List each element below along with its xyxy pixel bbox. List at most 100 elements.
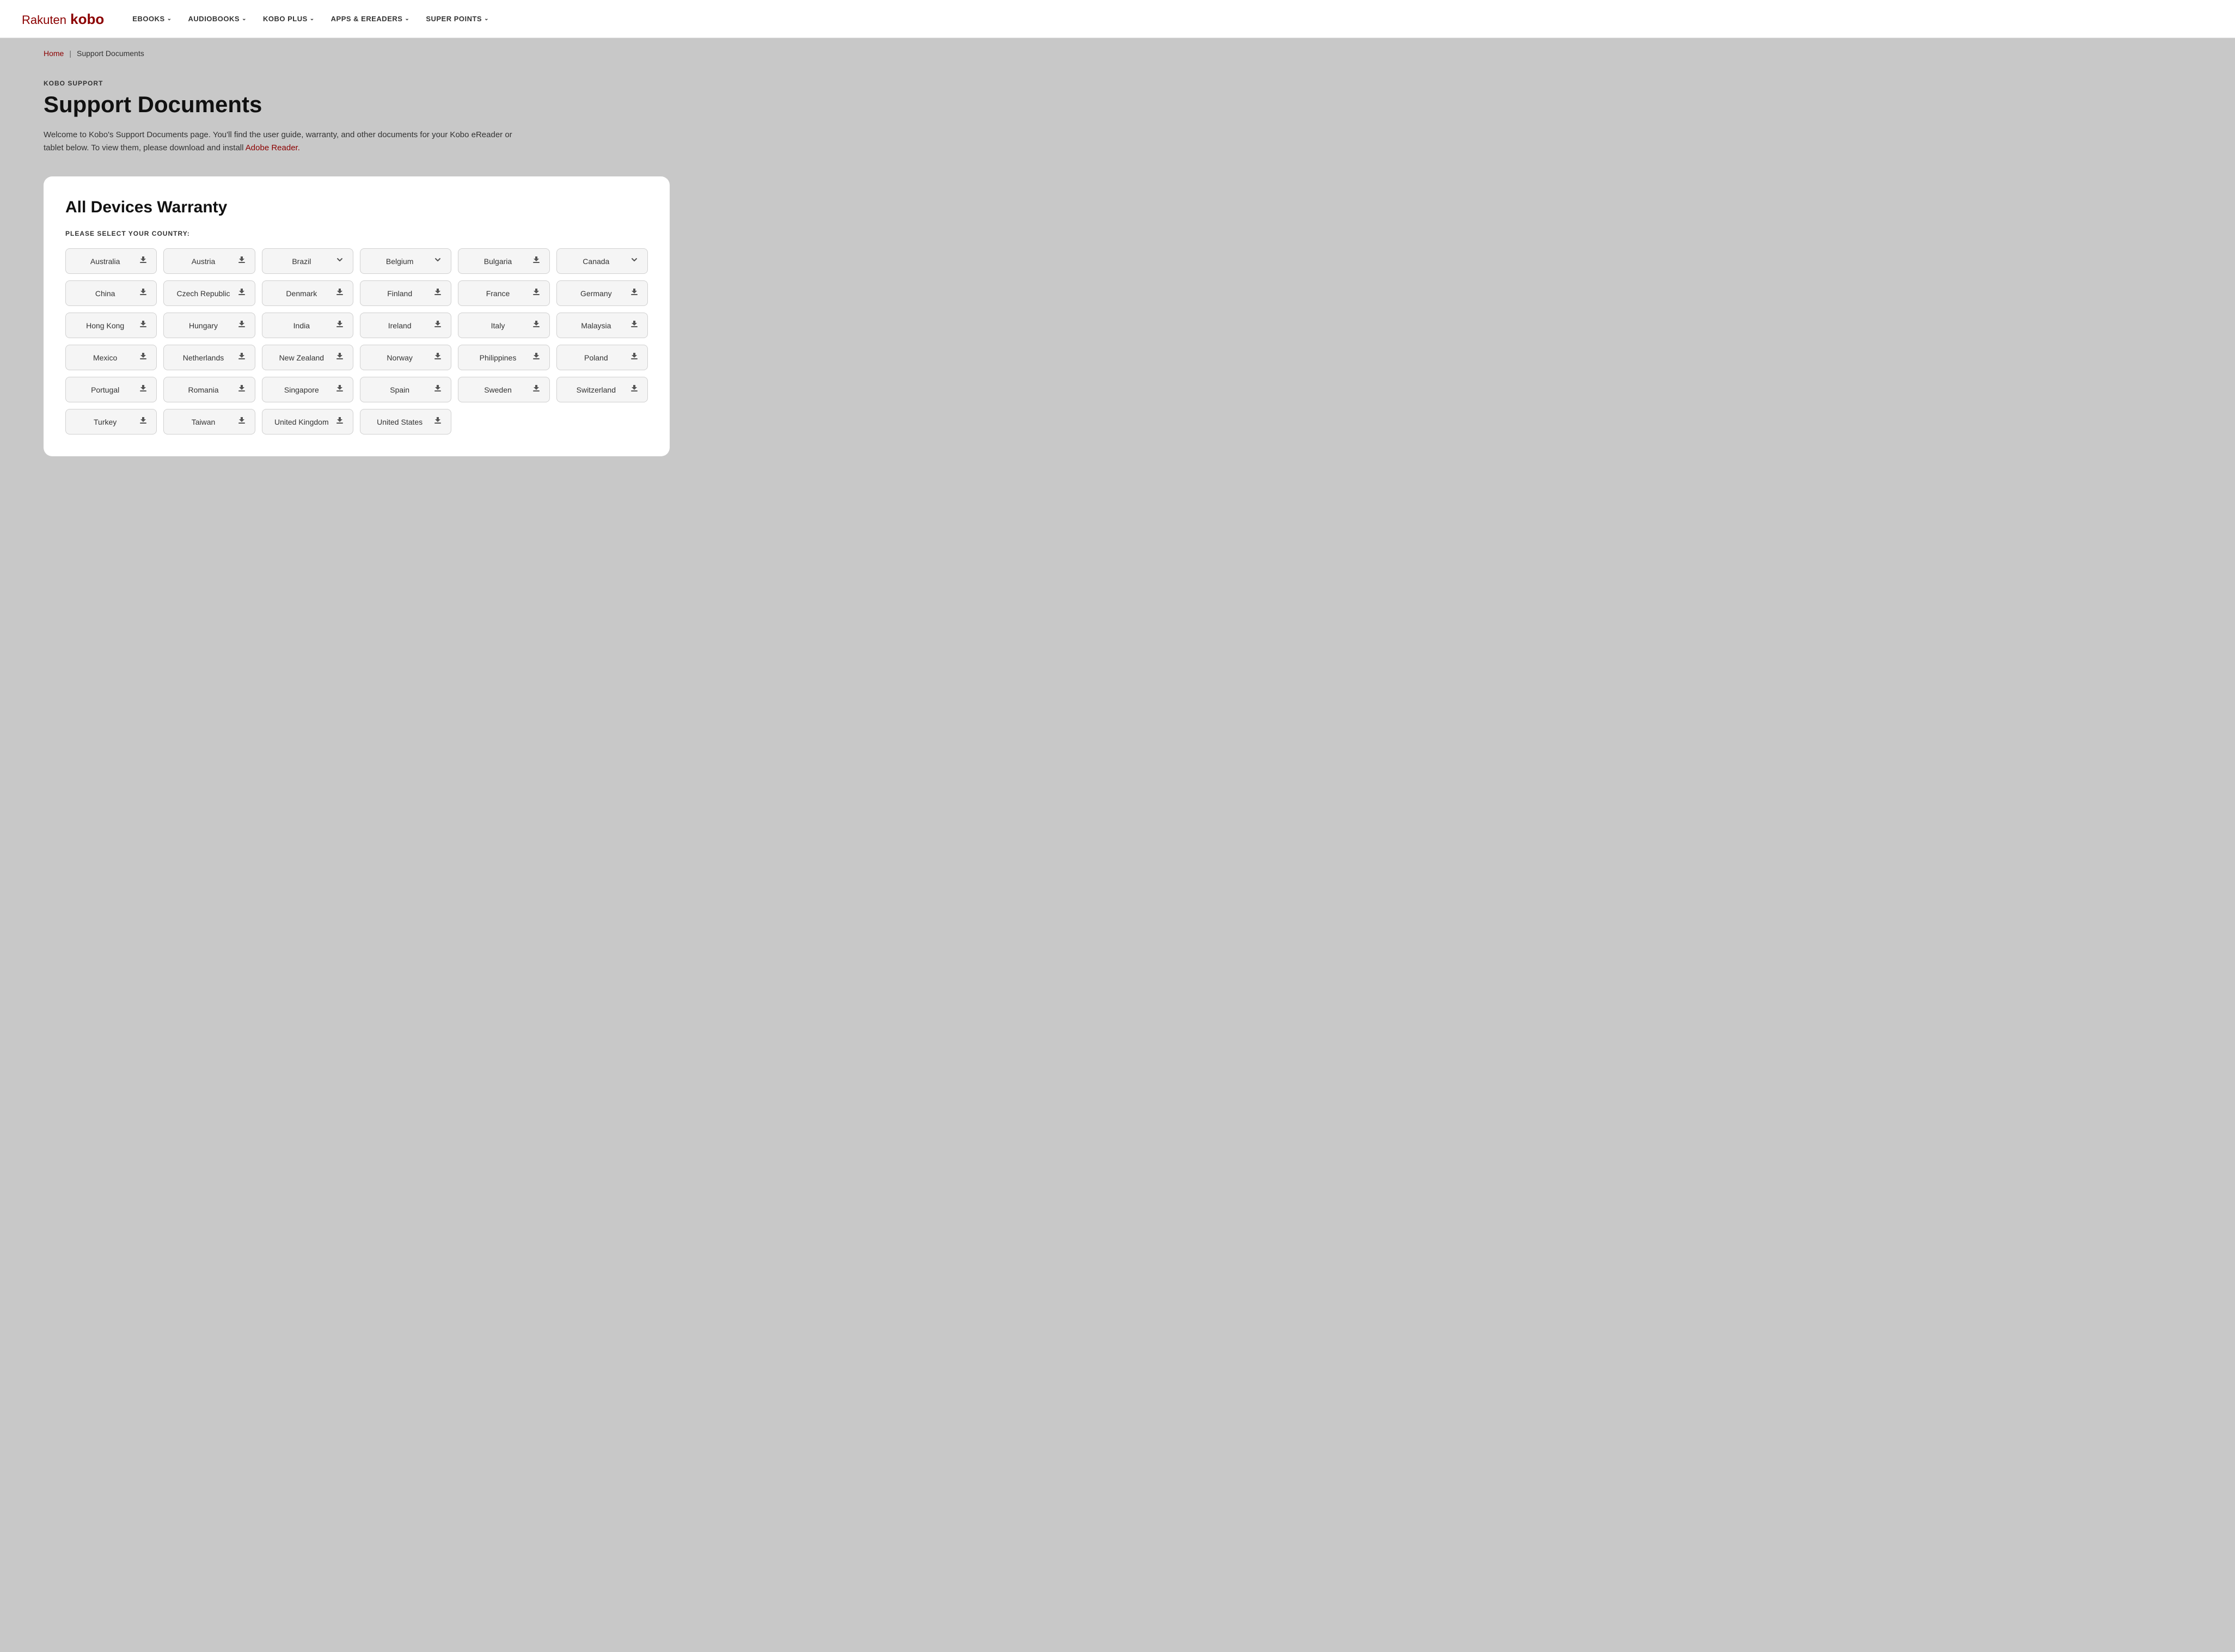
- country-button-denmark[interactable]: Denmark: [262, 280, 353, 306]
- country-button-new-zealand[interactable]: New Zealand: [262, 345, 353, 370]
- download-icon: [139, 255, 148, 267]
- country-name: Sweden: [467, 386, 528, 394]
- country-name: Bulgaria: [467, 257, 528, 266]
- nav-koboplus-arrow: ⌄: [310, 16, 315, 22]
- country-name: Canada: [566, 257, 627, 266]
- country-button-germany[interactable]: Germany: [556, 280, 648, 306]
- nav-superpoints-arrow: ⌄: [484, 16, 489, 22]
- country-name: Germany: [566, 289, 627, 298]
- country-name: Belgium: [369, 257, 430, 266]
- country-button-china[interactable]: China: [65, 280, 157, 306]
- download-icon: [237, 416, 246, 427]
- nav-superpoints[interactable]: SUPER POINTS ⌄: [419, 10, 495, 27]
- download-icon: [335, 416, 344, 427]
- country-name: Netherlands: [173, 353, 234, 362]
- country-button-norway[interactable]: Norway: [360, 345, 451, 370]
- country-button-malaysia[interactable]: Malaysia: [556, 313, 648, 338]
- download-icon: [237, 255, 246, 267]
- country-button-philippines[interactable]: Philippines: [458, 345, 549, 370]
- chevron-down-icon: [433, 255, 442, 267]
- country-button-hong-kong[interactable]: Hong Kong: [65, 313, 157, 338]
- country-button-mexico[interactable]: Mexico: [65, 345, 157, 370]
- country-button-austria[interactable]: Austria: [163, 248, 255, 274]
- country-name: Finland: [369, 289, 430, 298]
- download-icon: [433, 384, 442, 395]
- country-button-netherlands[interactable]: Netherlands: [163, 345, 255, 370]
- breadcrumb-home-link[interactable]: Home: [44, 49, 64, 58]
- country-name: United States: [369, 418, 430, 426]
- country-name: France: [467, 289, 528, 298]
- nav-apps-ereaders[interactable]: APPS & eREADERS ⌄: [324, 10, 417, 27]
- breadcrumb: Home | Support Documents: [0, 38, 2235, 69]
- header: Rakuten kobo eBOOKS ⌄ AUDIOBOOKS ⌄ KOBO …: [0, 0, 2235, 38]
- country-button-united-states[interactable]: United States: [360, 409, 451, 435]
- nav-audiobooks[interactable]: AUDIOBOOKS ⌄: [182, 10, 253, 27]
- nav-audiobooks-arrow: ⌄: [242, 16, 247, 22]
- download-icon: [630, 352, 639, 363]
- country-button-india[interactable]: India: [262, 313, 353, 338]
- country-name: Mexico: [75, 353, 136, 362]
- country-button-portugal[interactable]: Portugal: [65, 377, 157, 402]
- country-name: Romania: [173, 386, 234, 394]
- country-name: Turkey: [75, 418, 136, 426]
- download-icon: [139, 384, 148, 395]
- country-button-france[interactable]: France: [458, 280, 549, 306]
- country-button-turkey[interactable]: Turkey: [65, 409, 157, 435]
- country-name: New Zealand: [271, 353, 332, 362]
- download-icon: [335, 384, 344, 395]
- download-icon: [139, 352, 148, 363]
- country-name: Australia: [75, 257, 136, 266]
- country-name: Spain: [369, 386, 430, 394]
- download-icon: [532, 384, 541, 395]
- country-button-bulgaria[interactable]: Bulgaria: [458, 248, 549, 274]
- country-grid: Australia Austria Brazil Belgium Bulgari…: [65, 248, 648, 435]
- country-button-singapore[interactable]: Singapore: [262, 377, 353, 402]
- logo-text: Rakuten kobo: [22, 10, 104, 28]
- country-button-hungary[interactable]: Hungary: [163, 313, 255, 338]
- main-nav: eBOOKS ⌄ AUDIOBOOKS ⌄ KOBO PLUS ⌄ APPS &…: [126, 10, 495, 27]
- country-button-sweden[interactable]: Sweden: [458, 377, 549, 402]
- country-button-taiwan[interactable]: Taiwan: [163, 409, 255, 435]
- page-content: KOBO SUPPORT Support Documents Welcome t…: [0, 69, 2235, 489]
- country-name: Portugal: [75, 386, 136, 394]
- download-icon: [237, 320, 246, 331]
- logo-kobo: kobo: [66, 11, 104, 27]
- country-button-switzerland[interactable]: Switzerland: [556, 377, 648, 402]
- country-button-czech-republic[interactable]: Czech Republic: [163, 280, 255, 306]
- download-icon: [139, 320, 148, 331]
- country-button-canada[interactable]: Canada: [556, 248, 648, 274]
- nav-ebooks[interactable]: eBOOKS ⌄: [126, 10, 178, 27]
- download-icon: [433, 352, 442, 363]
- country-button-brazil[interactable]: Brazil: [262, 248, 353, 274]
- country-name: Norway: [369, 353, 430, 362]
- logo[interactable]: Rakuten kobo: [22, 10, 104, 28]
- country-button-finland[interactable]: Finland: [360, 280, 451, 306]
- country-button-belgium[interactable]: Belgium: [360, 248, 451, 274]
- country-name: Hungary: [173, 321, 234, 330]
- country-name: China: [75, 289, 136, 298]
- adobe-reader-link[interactable]: Adobe Reader.: [246, 143, 300, 152]
- country-button-italy[interactable]: Italy: [458, 313, 549, 338]
- download-icon: [532, 320, 541, 331]
- country-name: Philippines: [467, 353, 528, 362]
- country-button-poland[interactable]: Poland: [556, 345, 648, 370]
- download-icon: [139, 416, 148, 427]
- download-icon: [532, 287, 541, 299]
- country-button-romania[interactable]: Romania: [163, 377, 255, 402]
- download-icon: [630, 320, 639, 331]
- country-name: Taiwan: [173, 418, 234, 426]
- download-icon: [532, 352, 541, 363]
- download-icon: [335, 320, 344, 331]
- download-icon: [139, 287, 148, 299]
- warranty-card: All Devices Warranty PLEASE SELECT YOUR …: [44, 176, 670, 456]
- country-button-spain[interactable]: Spain: [360, 377, 451, 402]
- country-button-australia[interactable]: Australia: [65, 248, 157, 274]
- country-button-ireland[interactable]: Ireland: [360, 313, 451, 338]
- country-name: Czech Republic: [173, 289, 234, 298]
- country-name: Ireland: [369, 321, 430, 330]
- nav-koboplus[interactable]: KOBO PLUS ⌄: [256, 10, 321, 27]
- logo-rakuten: Rakuten: [22, 13, 66, 27]
- country-button-united-kingdom[interactable]: United Kingdom: [262, 409, 353, 435]
- download-icon: [630, 384, 639, 395]
- download-icon: [237, 384, 246, 395]
